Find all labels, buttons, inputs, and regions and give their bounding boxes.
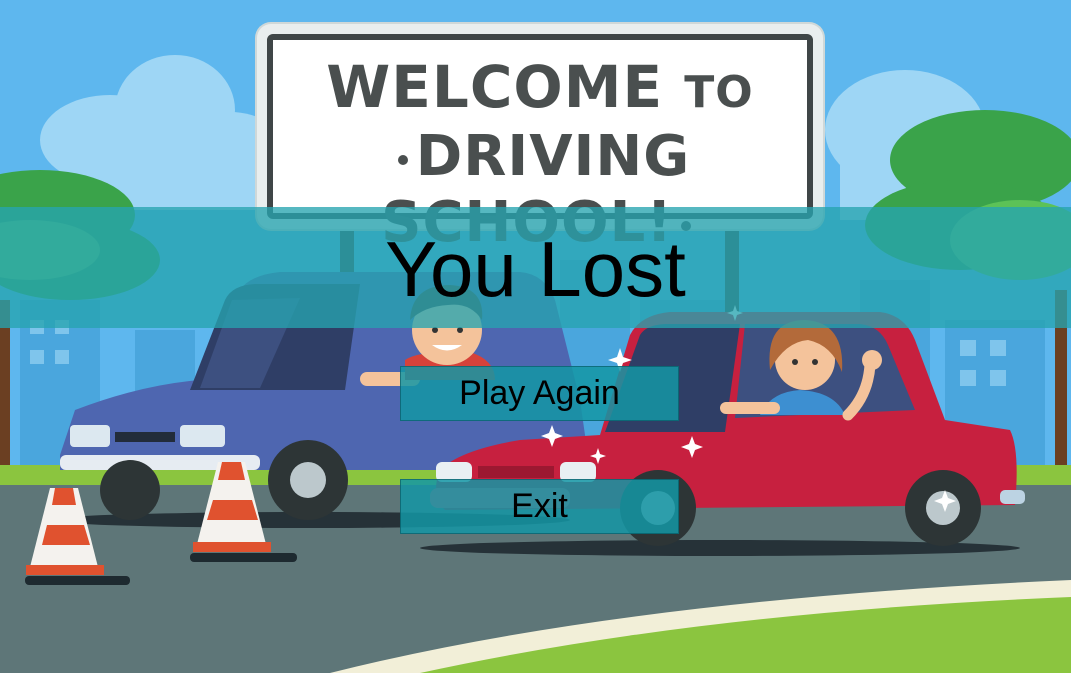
exit-button[interactable]: Exit bbox=[400, 479, 679, 534]
sign-dot-left bbox=[397, 154, 408, 165]
sign-line-1: WELCOME TO bbox=[273, 54, 807, 126]
welcome-sign: WELCOME TO DRIVING SCHOOL! bbox=[257, 24, 823, 255]
game-screen: WELCOME TO DRIVING SCHOOL! You Lost Play… bbox=[0, 0, 1071, 673]
play-again-button[interactable]: Play Again bbox=[400, 366, 679, 421]
welcome-sign-board: WELCOME TO DRIVING SCHOOL! bbox=[267, 34, 813, 255]
result-title: You Lost bbox=[385, 225, 686, 313]
sign-welcome-text: WELCOME bbox=[326, 53, 664, 121]
sign-to-text: TO bbox=[684, 67, 754, 118]
